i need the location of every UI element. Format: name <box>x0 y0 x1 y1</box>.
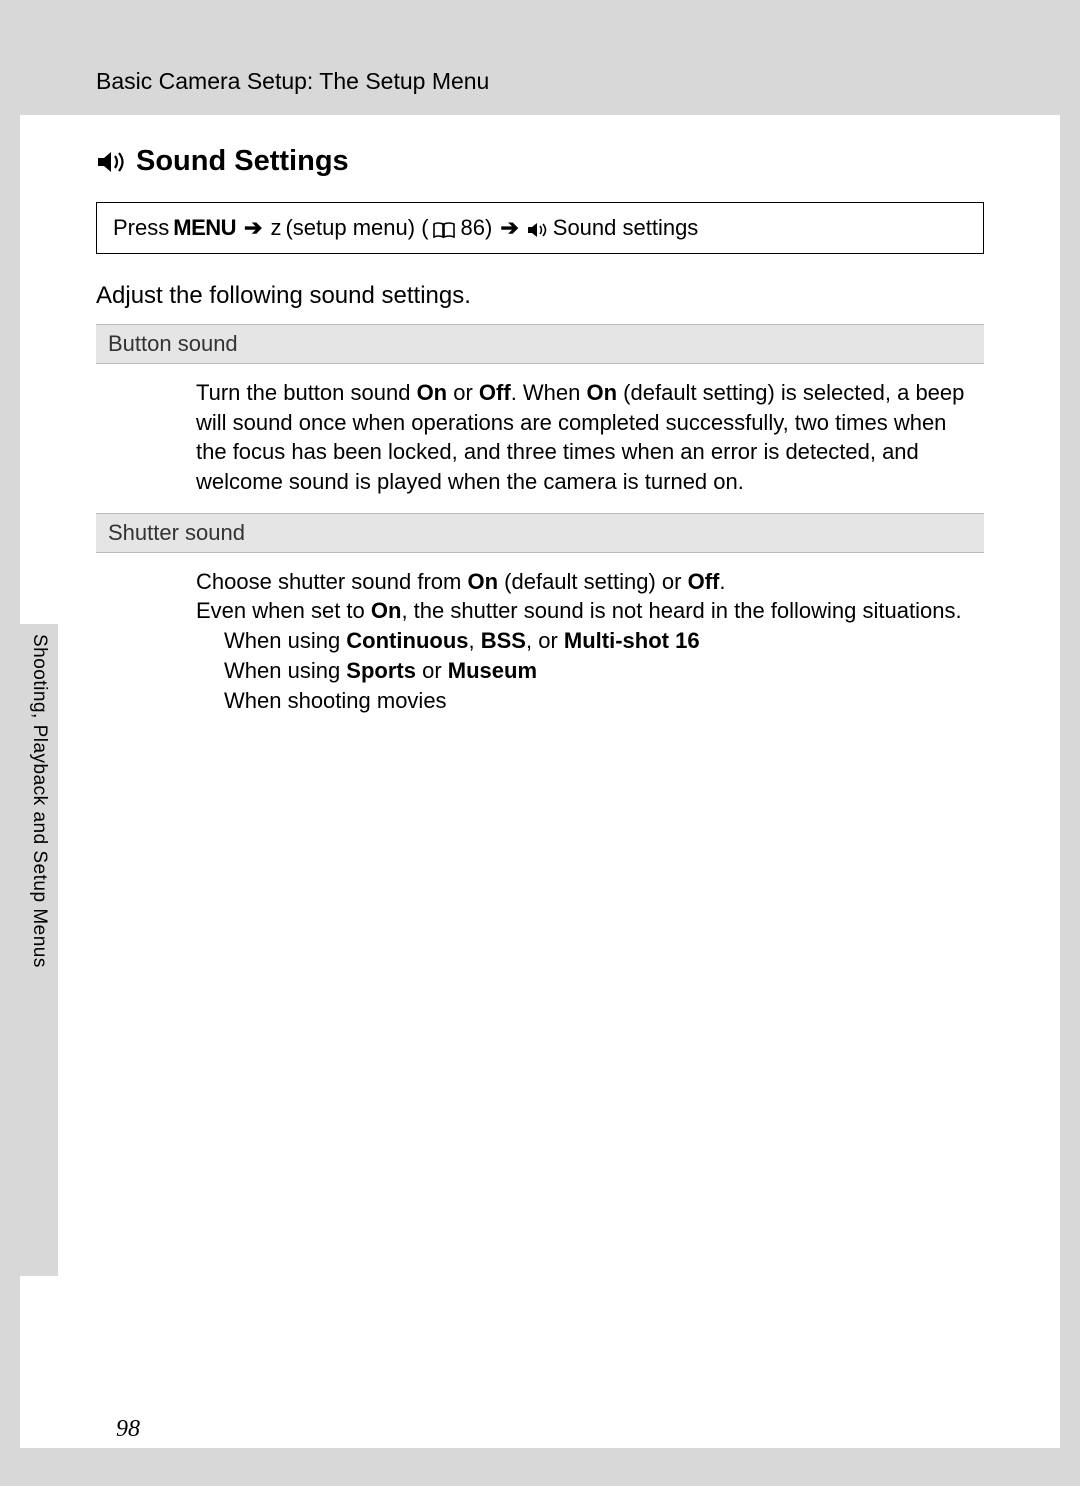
press-label: Press <box>113 215 169 241</box>
book-icon <box>433 219 455 237</box>
breadcrumb-final: Sound settings <box>553 215 699 241</box>
button-sound-heading: Button sound <box>96 324 984 364</box>
intro-text: Adjust the following sound settings. <box>96 282 984 310</box>
shutter-line2: Even when set to On, the shutter sound i… <box>196 596 974 626</box>
content-area: Sound Settings Press MENU ➔ z (setup men… <box>20 115 1060 731</box>
setup-menu-label: (setup menu) ( <box>285 215 428 241</box>
button-sound-body: Turn the button sound On or Off. When On… <box>96 374 984 513</box>
breadcrumb-box: Press MENU ➔ z (setup menu) ( 86) ➔ Sou <box>96 202 984 254</box>
shutter-sound-heading: Shutter sound <box>96 513 984 553</box>
shutter-bullet-2: When using Sports or Museum <box>196 656 974 686</box>
section-title: Sound Settings <box>96 145 984 178</box>
arrow-icon: ➔ <box>244 215 262 241</box>
shutter-line1: Choose shutter sound from On (default se… <box>196 567 974 597</box>
side-tab-block <box>20 1094 58 1276</box>
header-bar: Basic Camera Setup: The Setup Menu <box>20 38 1060 115</box>
side-tab: Shooting, Playback and Setup Menus <box>20 624 58 1094</box>
sound-icon <box>527 219 549 237</box>
page-number: 98 <box>116 1416 140 1443</box>
menu-button-label: MENU <box>173 215 236 241</box>
shutter-sound-body: Choose shutter sound from On (default se… <box>96 563 984 731</box>
shutter-bullet-3: When shooting movies <box>196 686 974 716</box>
header-text: Basic Camera Setup: The Setup Menu <box>96 68 489 94</box>
sound-icon <box>96 149 126 175</box>
manual-page: Basic Camera Setup: The Setup Menu Sound… <box>20 38 1060 1448</box>
setup-icon: z <box>270 215 281 241</box>
arrow-icon: ➔ <box>500 215 518 241</box>
shutter-bullet-1: When using Continuous, BSS, or Multi-sho… <box>196 626 974 656</box>
page-ref: 86) <box>461 215 493 241</box>
section-title-text: Sound Settings <box>136 145 349 178</box>
side-tab-label: Shooting, Playback and Setup Menus <box>28 624 50 968</box>
